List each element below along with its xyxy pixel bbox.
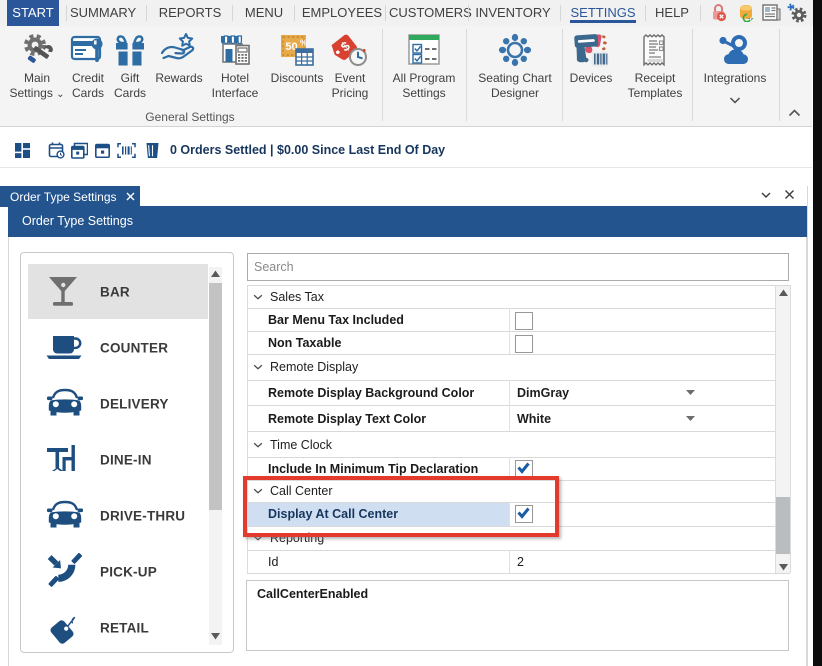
svg-text:%: % [300,39,307,48]
